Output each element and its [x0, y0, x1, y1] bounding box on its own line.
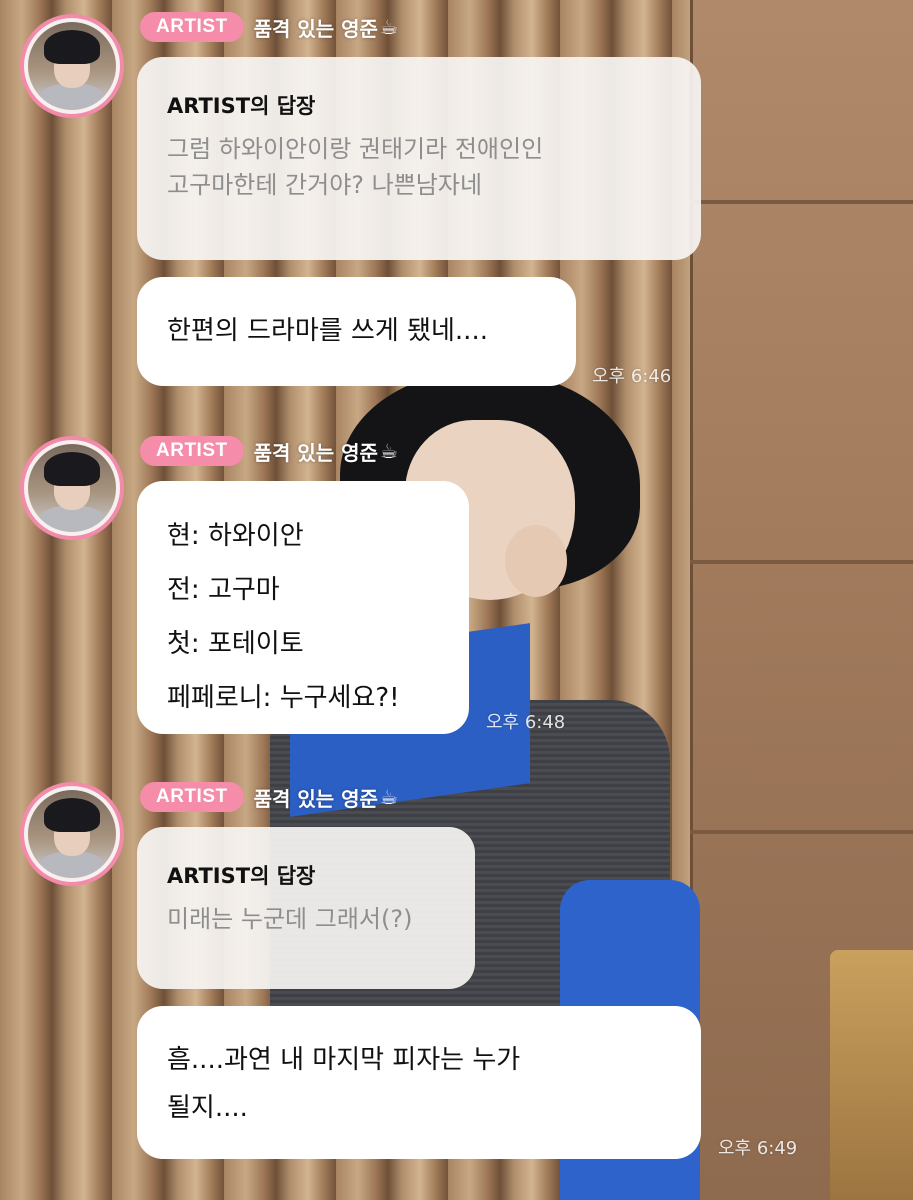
- sender-nickname: 품격 있는 영준: [253, 440, 378, 465]
- coffee-cup-icon: ☕: [379, 785, 398, 809]
- artist-badge: ARTIST: [140, 436, 244, 466]
- reply-quote: 그럼 하와이안이랑 권태기라 전애인인 고구마한테 간거야? 나쁜남자네: [167, 135, 544, 199]
- avatar-photo: [28, 790, 116, 878]
- message-time: 오후 6:48: [486, 712, 566, 733]
- reply-bubble[interactable]: ARTIST의 답장 미래는 누군데 그래서(?): [137, 827, 475, 989]
- reply-title: ARTIST의 답장: [167, 94, 316, 118]
- avatar-photo: [28, 444, 116, 532]
- panel-seam: [690, 830, 913, 834]
- sender-row: ARTIST 품격 있는 영준 ☕: [140, 436, 398, 466]
- message-text: 한편의 드라마를 쓰게 됐네....: [167, 316, 488, 346]
- reply-title: ARTIST의 답장: [167, 864, 316, 888]
- panel-seam: [690, 200, 913, 204]
- message-bubble[interactable]: 흠....과연 내 마지막 피자는 누가 될지....: [137, 1006, 701, 1159]
- message-time: 오후 6:49: [718, 1138, 798, 1159]
- avatar[interactable]: [20, 14, 124, 118]
- message-bubble[interactable]: 현: 하와이안 전: 고구마 첫: 포테이토 페페로니: 누구세요?!: [137, 481, 469, 734]
- panel-seam: [690, 560, 913, 564]
- message-text: 흠....과연 내 마지막 피자는 누가 될지....: [167, 1045, 521, 1123]
- message-text: 현: 하와이안 전: 고구마 첫: 포테이토 페페로니: 누구세요?!: [167, 521, 400, 713]
- reply-quote: 미래는 누군데 그래서(?): [167, 905, 413, 933]
- wooden-chair: [830, 950, 913, 1200]
- artist-badge: ARTIST: [140, 12, 244, 42]
- sender-row: ARTIST 품격 있는 영준 ☕: [140, 12, 398, 42]
- coffee-cup-icon: ☕: [379, 15, 398, 39]
- sender-nickname: 품격 있는 영준: [253, 16, 378, 41]
- coffee-cup-icon: ☕: [379, 439, 398, 463]
- sender-nickname: 품격 있는 영준: [253, 786, 378, 811]
- avatar[interactable]: [20, 436, 124, 540]
- person-ear: [505, 525, 567, 597]
- sender-row: ARTIST 품격 있는 영준 ☕: [140, 782, 398, 812]
- avatar[interactable]: [20, 782, 124, 886]
- artist-badge: ARTIST: [140, 782, 244, 812]
- avatar-photo: [28, 22, 116, 110]
- message-time: 오후 6:46: [592, 366, 672, 387]
- message-bubble[interactable]: 한편의 드라마를 쓰게 됐네....: [137, 277, 576, 386]
- reply-bubble[interactable]: ARTIST의 답장 그럼 하와이안이랑 권태기라 전애인인 고구마한테 간거야…: [137, 57, 701, 260]
